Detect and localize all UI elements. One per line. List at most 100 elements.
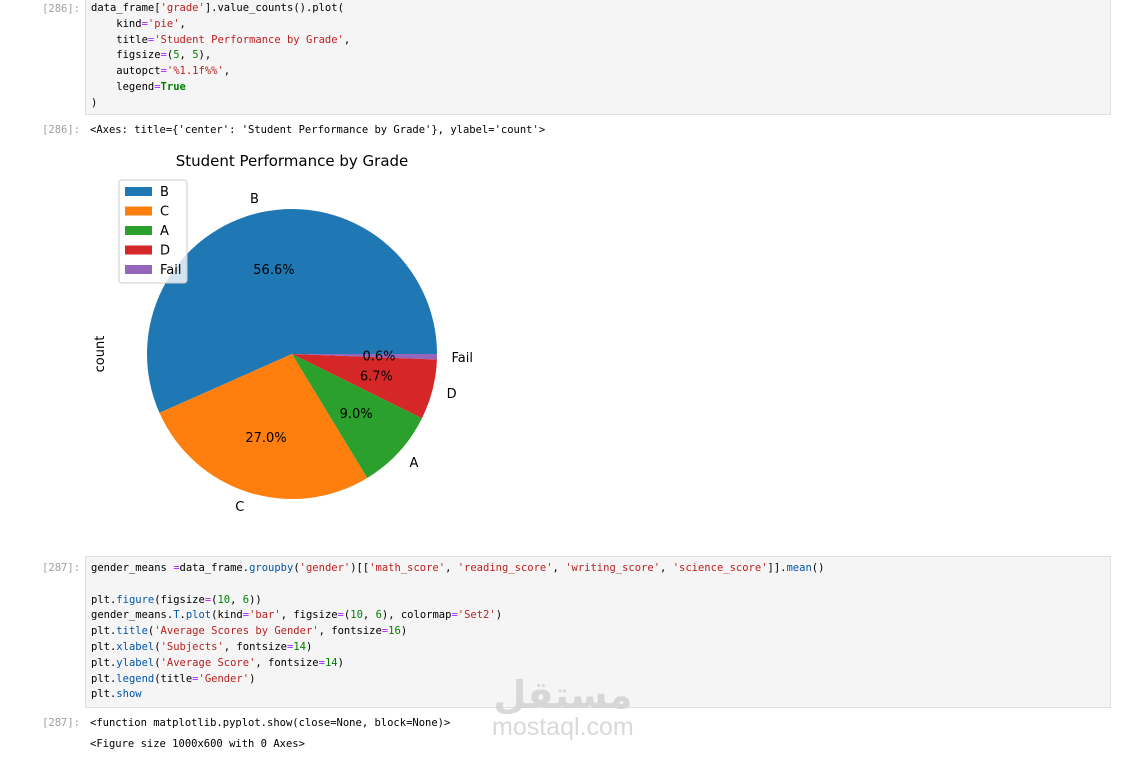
code-token: 'bar' xyxy=(249,609,281,622)
slice-pct-label: 6.7% xyxy=(360,369,393,384)
slice-label: C xyxy=(235,500,244,515)
code-token: data_frame[ xyxy=(91,2,161,14)
code-token: figsize xyxy=(91,49,161,62)
legend-swatch-fail xyxy=(125,265,152,274)
code-token: '%1.1f%%' xyxy=(166,65,224,78)
code-line: gender_means.T.plot(kind='bar', figsize=… xyxy=(91,608,1105,624)
code-token: ) xyxy=(249,672,256,685)
code-token: (figsize xyxy=(154,593,205,606)
code-token: 'pie' xyxy=(147,17,180,30)
pie-chart: B 56.6% C 27.0% A 9.0% D 6.7% Fail 0.6% Student Pe… xyxy=(93,152,473,515)
slice-pct-label: 27.0% xyxy=(245,431,286,446)
code-token: ]]. xyxy=(767,562,787,574)
code-line: plt.title('Average Scores by Gender', fo… xyxy=(91,624,1105,640)
code-token: plt. xyxy=(91,640,117,653)
input-prompt: [286]: xyxy=(42,3,80,15)
code-line: plt.ylabel('Average Score', fontsize=14) xyxy=(91,656,1105,672)
code-token: () xyxy=(811,562,825,574)
code-token: gender_means. xyxy=(91,609,174,622)
output-text: <Axes: title={'center': 'Student Perform… xyxy=(90,124,546,136)
legend-label: D xyxy=(160,244,170,259)
code-token: title xyxy=(91,33,148,46)
code-token: 10 xyxy=(217,593,231,606)
code-token: 10 xyxy=(350,609,363,622)
code-token: kind xyxy=(91,17,142,30)
slice-pct-label: 9.0% xyxy=(340,407,373,422)
code-token: True xyxy=(160,80,186,93)
code-token: mean xyxy=(786,562,812,574)
code-token: , xyxy=(179,49,193,62)
code-text[interactable]: gender_means =data_frame.groupby('gender… xyxy=(91,561,1105,703)
code-token: 'Set2' xyxy=(457,609,496,622)
code-token: )) xyxy=(249,593,262,606)
code-token: ) xyxy=(400,625,408,638)
slice-label: B xyxy=(250,192,259,207)
legend-label: B xyxy=(160,185,169,200)
code-token: title xyxy=(116,625,148,638)
code-token: )[[ xyxy=(350,562,370,574)
output-prompt: [286]: xyxy=(42,124,80,136)
code-line: gender_means =data_frame.groupby('gender… xyxy=(91,561,1105,577)
code-token: ) xyxy=(495,609,503,622)
code-token: plot xyxy=(185,609,212,622)
code-line: plt.xlabel('Subjects', fontsize=14) xyxy=(91,640,1105,656)
code-token: 'Student Performance by Grade' xyxy=(154,33,344,46)
code-token: 'gender' xyxy=(299,562,351,574)
watermark-latin: mostaql.com xyxy=(492,713,634,741)
code-token: ) xyxy=(91,96,98,109)
code-editor[interactable]: gender_means =data_frame.groupby('gender… xyxy=(85,556,1111,708)
code-editor[interactable]: data_frame['grade'].value_counts().plot(… xyxy=(85,0,1111,115)
code-line: legend=True xyxy=(91,80,1105,96)
code-token: show xyxy=(116,688,142,701)
code-token: 14 xyxy=(293,640,306,653)
slice-pct-label: 56.6% xyxy=(253,263,294,278)
code-line: plt.show xyxy=(91,687,1105,703)
code-token: legend xyxy=(116,672,155,685)
code-token: plt. xyxy=(91,672,117,685)
code-token: plt. xyxy=(91,656,117,669)
code-token: autopct xyxy=(91,65,161,78)
code-token: , xyxy=(362,609,376,622)
code-text[interactable]: data_frame['grade'].value_counts().plot(… xyxy=(91,1,1105,112)
code-line: title='Student Performance by Grade', xyxy=(91,33,1105,49)
code-token: 'math_score' xyxy=(369,562,446,574)
output-text: <function matplotlib.pyplot.show(close=N… xyxy=(90,717,451,729)
code-token: , xyxy=(343,33,351,46)
code-token: , figsize xyxy=(280,609,338,622)
code-line: kind='pie', xyxy=(91,17,1105,33)
legend-label: Fail xyxy=(160,263,181,278)
legend-swatch-a xyxy=(125,226,152,235)
code-token: 'Average Scores by Gender' xyxy=(154,625,319,638)
output-prompt: [287]: xyxy=(42,717,80,729)
code-token: (title xyxy=(154,672,193,685)
code-token: ), colormap xyxy=(381,609,452,622)
code-token: , xyxy=(552,562,566,574)
code-token: , xyxy=(223,65,231,78)
code-token: plt. xyxy=(91,593,117,606)
code-token: 'Subjects' xyxy=(160,640,224,653)
code-token: plt. xyxy=(91,625,117,638)
y-axis-label: count xyxy=(93,336,108,373)
code-line: ) xyxy=(91,96,1105,112)
code-token: 'Gender' xyxy=(198,672,250,685)
output-text: <Figure size 1000x600 with 0 Axes> xyxy=(90,738,305,750)
code-line: data_frame['grade'].value_counts().plot( xyxy=(91,1,1105,17)
legend-label: A xyxy=(160,224,169,239)
code-token: 14 xyxy=(324,656,338,669)
code-token: figure xyxy=(116,593,155,606)
legend-swatch-d xyxy=(125,245,152,255)
code-token: , xyxy=(660,562,673,574)
code-line: figsize=(5, 5), xyxy=(91,48,1105,64)
code-token: 'science_score' xyxy=(672,562,768,574)
code-token: 16 xyxy=(388,625,401,638)
legend-label: C xyxy=(160,205,169,220)
slice-label: Fail xyxy=(451,351,472,366)
code-token: , fontsize xyxy=(255,656,319,669)
code-token: 'grade' xyxy=(160,2,205,14)
code-token: legend xyxy=(91,80,155,93)
code-token: ylabel xyxy=(116,656,155,669)
code-token: gender_means xyxy=(91,562,174,574)
code-line: plt.legend(title='Gender') xyxy=(91,672,1105,688)
code-token: ].value_counts().plot( xyxy=(204,2,344,14)
code-line: plt.figure(figsize=(10, 6)) xyxy=(91,593,1105,609)
